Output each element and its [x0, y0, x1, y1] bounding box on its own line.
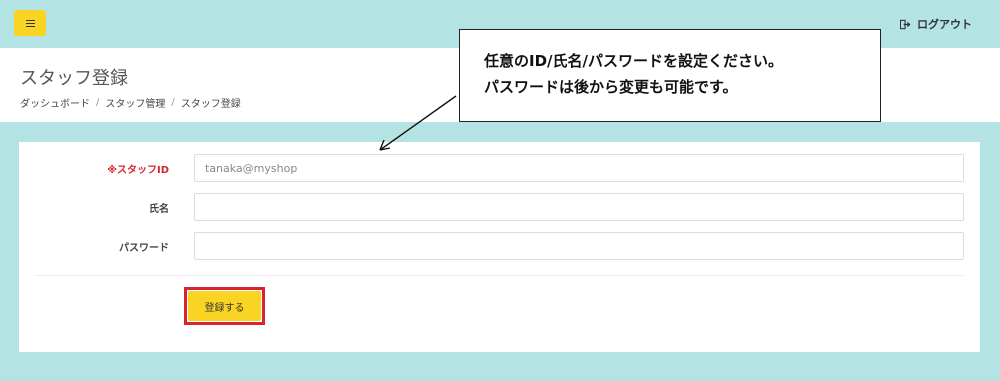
callout-arrow — [379, 95, 457, 151]
logout-icon — [900, 19, 911, 29]
page-title: スタッフ登録 — [20, 68, 128, 89]
callout-line-1: 任意のID/氏名/パスワードを設定ください。 — [484, 52, 783, 70]
name-input[interactable] — [194, 193, 964, 221]
form-row-password: パスワード — [19, 232, 980, 260]
breadcrumb-separator: / — [96, 97, 100, 108]
staff-id-input[interactable] — [194, 154, 964, 182]
staff-registration-form: ※スタッフID 氏名 パスワード 登録する — [19, 142, 980, 352]
password-input[interactable] — [194, 232, 964, 260]
logout-button[interactable]: ログアウト — [900, 16, 972, 32]
form-divider — [35, 275, 964, 276]
register-button[interactable]: 登録する — [188, 291, 261, 321]
breadcrumb-item-staff-management[interactable]: スタッフ管理 — [105, 95, 165, 110]
breadcrumb: ダッシュボード / スタッフ管理 / スタッフ登録 — [20, 95, 241, 110]
hamburger-icon — [25, 19, 35, 28]
form-row-name: 氏名 — [19, 193, 980, 221]
breadcrumb-item-dashboard[interactable]: ダッシュボード — [20, 95, 90, 110]
breadcrumb-separator: / — [171, 97, 175, 108]
staff-id-label: ※スタッフID — [107, 165, 169, 176]
menu-toggle-button[interactable] — [14, 10, 46, 36]
logout-label: ログアウト — [917, 18, 972, 31]
callout-line-2: パスワードは後から変更も可能です。 — [484, 78, 738, 96]
name-label: 氏名 — [149, 204, 169, 215]
form-row-staff-id: ※スタッフID — [19, 154, 980, 182]
annotation-callout: 任意のID/氏名/パスワードを設定ください。 パスワードは後から変更も可能です。 — [459, 29, 881, 122]
password-label: パスワード — [119, 243, 169, 254]
breadcrumb-item-staff-registration: スタッフ登録 — [180, 99, 241, 110]
